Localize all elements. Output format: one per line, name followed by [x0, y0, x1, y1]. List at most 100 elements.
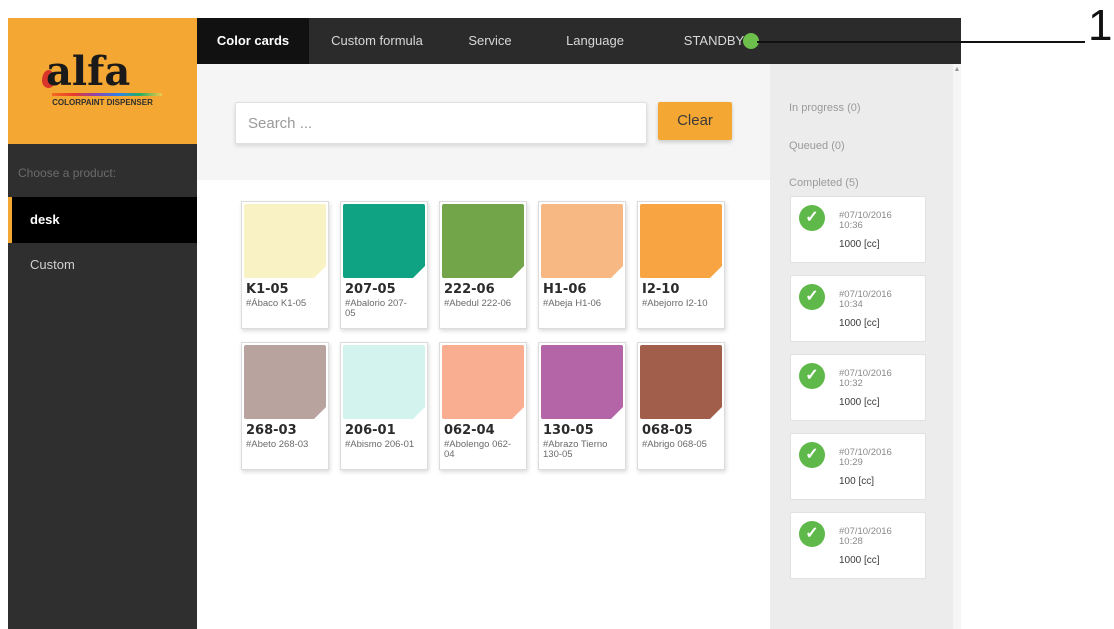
color-card[interactable]: 130-05 #Abrazo Tierno 130-05 — [538, 342, 626, 470]
search-input[interactable] — [235, 102, 647, 144]
completed-job[interactable]: ✓ #07/10/2016 10:32 1000 [cc] — [790, 354, 926, 421]
job-quantity: 1000 [cc] — [839, 555, 880, 566]
job-quantity: 1000 [cc] — [839, 318, 880, 329]
scroll-up-icon[interactable]: ▲ — [953, 66, 961, 73]
job-timestamp: #07/10/2016 10:36 — [839, 211, 919, 231]
color-swatch — [343, 204, 425, 278]
sidebar: alfa COLORPAINT DISPENSER Choose a produ… — [8, 18, 197, 629]
color-swatch — [541, 345, 623, 419]
job-time: 10:29 — [839, 457, 863, 468]
color-swatch — [244, 345, 326, 419]
completed-label: Completed (5) — [789, 177, 859, 189]
completed-job[interactable]: ✓ #07/10/2016 10:29 100 [cc] — [790, 433, 926, 500]
callout-line — [757, 41, 1085, 43]
color-card[interactable]: H1-06 #Abeja H1-06 — [538, 201, 626, 329]
swatch-fold-corner — [413, 266, 425, 278]
color-card[interactable]: 207-05 #Abalorio 207-05 — [340, 201, 428, 329]
color-code: H1-06 — [543, 282, 587, 297]
swatch-fold-corner — [512, 266, 524, 278]
swatch-fold-corner — [611, 407, 623, 419]
job-time: 10:32 — [839, 378, 863, 389]
color-card[interactable]: 068-05 #Abrigo 068-05 — [637, 342, 725, 470]
queued-label: Queued (0) — [789, 140, 845, 152]
color-name: #Abismo 206-01 — [345, 439, 415, 450]
color-name: #Ábaco K1-05 — [246, 298, 307, 309]
check-icon: ✓ — [799, 363, 825, 389]
job-timestamp: #07/10/2016 10:29 — [839, 448, 919, 468]
in-progress-label: In progress (0) — [789, 102, 861, 114]
color-code: K1-05 — [246, 282, 289, 297]
main-content: Clear K1-05#Ábaco K1-05207-05#Abalorio 2… — [197, 64, 770, 629]
tab-custom-formula[interactable]: Custom formula — [315, 18, 439, 64]
color-code: 222-06 — [444, 282, 495, 297]
completed-job[interactable]: ✓ #07/10/2016 10:36 1000 [cc] — [790, 196, 926, 263]
swatch-fold-corner — [413, 407, 425, 419]
tab-color-cards[interactable]: Color cards — [197, 18, 309, 64]
swatch-fold-corner — [512, 407, 524, 419]
color-card[interactable]: K1-05 #Ábaco K1-05 — [241, 201, 329, 329]
color-name: #Abedul 222-06 — [444, 298, 512, 309]
color-code: I2-10 — [642, 282, 680, 297]
sidebar-item-desk[interactable]: desk — [8, 197, 197, 243]
color-name: #Abejorro I2-10 — [642, 298, 708, 309]
color-card[interactable]: 222-06 #Abedul 222-06 — [439, 201, 527, 329]
job-timestamp: #07/10/2016 10:32 — [839, 369, 919, 389]
check-icon: ✓ — [799, 284, 825, 310]
job-time: 10:28 — [839, 536, 863, 547]
completed-job[interactable]: ✓ #07/10/2016 10:34 1000 [cc] — [790, 275, 926, 342]
color-name: #Abeto 268-03 — [246, 439, 309, 450]
color-swatch — [541, 204, 623, 278]
sidebar-item-custom[interactable]: Custom — [8, 245, 197, 285]
logo-tagline: COLORPAINT DISPENSER — [52, 98, 153, 107]
color-swatch — [442, 204, 524, 278]
job-time: 10:36 — [839, 220, 863, 231]
swatch-fold-corner — [710, 266, 722, 278]
completed-job[interactable]: ✓ #07/10/2016 10:28 1000 [cc] — [790, 512, 926, 579]
color-swatch — [343, 345, 425, 419]
job-quantity: 1000 [cc] — [839, 397, 880, 408]
swatch-fold-corner — [314, 407, 326, 419]
logo: alfa COLORPAINT DISPENSER — [8, 18, 197, 144]
color-name: #Abalorio 207-05 — [345, 298, 407, 319]
color-name: #Abrigo 068-05 — [642, 439, 707, 450]
check-icon: ✓ — [799, 521, 825, 547]
color-card[interactable]: 268-03 #Abeto 268-03 — [241, 342, 329, 470]
color-code: 268-03 — [246, 423, 297, 438]
job-timestamp: #07/10/2016 10:34 — [839, 290, 919, 310]
logo-brand: alfa — [46, 48, 131, 95]
dispense-queue-panel: ▲ In progress (0) Queued (0) Completed (… — [770, 64, 961, 629]
color-code: 207-05 — [345, 282, 396, 297]
color-card[interactable]: 206-01 #Abismo 206-01 — [340, 342, 428, 470]
check-icon: ✓ — [799, 442, 825, 468]
swatch-fold-corner — [710, 407, 722, 419]
swatch-fold-corner — [611, 266, 623, 278]
swatch-fold-corner — [314, 266, 326, 278]
color-swatch — [442, 345, 524, 419]
color-swatch — [640, 204, 722, 278]
job-quantity: 100 [cc] — [839, 476, 875, 487]
color-name: #Abrazo Tierno 130-05 — [543, 439, 608, 460]
color-card[interactable]: 062-04 #Abolengo 062-04 — [439, 342, 527, 470]
color-card[interactable]: I2-10 #Abejorro I2-10 — [637, 201, 725, 329]
search-bar-area: Clear — [197, 64, 770, 180]
job-time: 10:34 — [839, 299, 863, 310]
job-timestamp: #07/10/2016 10:28 — [839, 527, 919, 547]
color-name: #Abolengo 062-04 — [444, 439, 512, 460]
color-code: 206-01 — [345, 423, 396, 438]
color-code: 062-04 — [444, 423, 495, 438]
tab-service[interactable]: Service — [453, 18, 527, 64]
job-quantity: 1000 [cc] — [839, 239, 880, 250]
color-name: #Abeja H1-06 — [543, 298, 602, 309]
check-icon: ✓ — [799, 205, 825, 231]
color-swatch — [244, 204, 326, 278]
logo-color-stripe — [52, 93, 162, 96]
choose-product-label: Choose a product: — [18, 166, 117, 180]
queue-scrollbar[interactable]: ▲ — [953, 64, 961, 629]
clear-button[interactable]: Clear — [658, 102, 732, 140]
color-code: 130-05 — [543, 423, 594, 438]
color-code: 068-05 — [642, 423, 693, 438]
tab-language[interactable]: Language — [547, 18, 643, 64]
callout-number: 1 — [1088, 1, 1113, 50]
app-window: alfa COLORPAINT DISPENSER Choose a produ… — [8, 18, 961, 629]
color-swatch — [640, 345, 722, 419]
